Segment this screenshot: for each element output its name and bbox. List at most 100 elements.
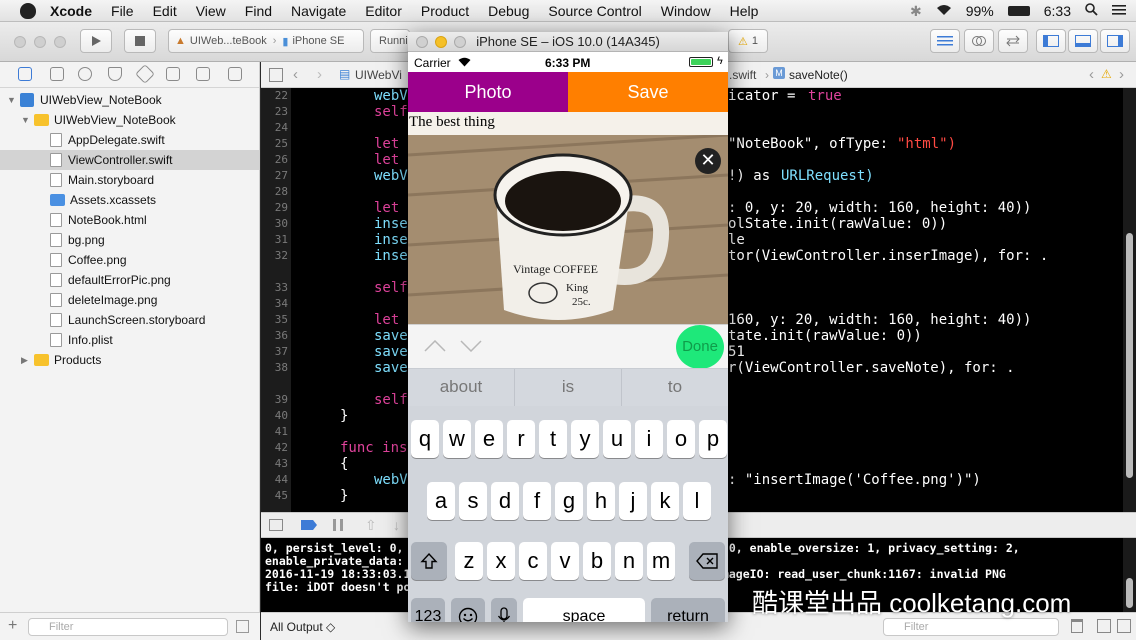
window-close-button[interactable] [14,36,26,48]
key-x[interactable]: x [487,542,515,580]
chevron-down-icon[interactable] [460,339,482,357]
breakpoint-tab-icon[interactable] [196,67,210,81]
key-e[interactable]: e [475,420,503,458]
console-scroll-thumb[interactable] [1126,578,1133,608]
window-minimize-button[interactable] [34,36,46,48]
key-n[interactable]: n [615,542,643,580]
tree-item-file[interactable]: Assets.xcassets [0,190,259,210]
key-w[interactable]: w [443,420,471,458]
key-p[interactable]: p [699,420,727,458]
trash-icon[interactable] [1071,619,1083,633]
stop-button[interactable] [124,29,156,53]
menu-clock[interactable]: 6:33 [1044,3,1071,19]
tree-item-file[interactable]: LaunchScreen.storyboard [0,310,259,330]
key-u[interactable]: u [603,420,631,458]
navigator-filter-input[interactable]: Filter [28,618,228,636]
list-icon[interactable] [1112,3,1126,19]
tree-item-file[interactable]: Info.plist [0,330,259,350]
chevron-up-icon[interactable] [424,339,446,357]
key-f[interactable]: f [523,482,551,520]
save-button[interactable]: Save [568,72,728,112]
tree-item-file[interactable]: deleteImage.png [0,290,259,310]
key-q[interactable]: q [411,420,439,458]
menu-source-control[interactable]: Source Control [548,3,641,19]
simulator-minimize-button[interactable] [435,36,447,48]
folder-tab-icon[interactable] [18,67,32,81]
scheme-selector[interactable]: ▲ UIWeb...teBook › ▮ iPhone SE [168,29,364,53]
bluetooth-icon[interactable]: ✱ [910,3,922,20]
search-tab-icon[interactable] [78,67,92,81]
note-text[interactable]: The best thing [409,114,495,131]
spotlight-icon[interactable] [1085,3,1098,19]
web-view[interactable]: The best thing Vintage COFFEE King 25c. … [408,112,728,324]
menu-window[interactable]: Window [661,3,711,19]
photo-button[interactable]: Photo [408,72,568,112]
simulator-close-button[interactable] [416,36,428,48]
key-k[interactable]: k [651,482,679,520]
test-tab-icon[interactable] [135,64,155,84]
pause-icon[interactable] [333,519,343,531]
hide-debug-icon[interactable] [269,519,283,531]
tree-item-file[interactable]: defaultErrorPic.png [0,270,259,290]
suggestion-item[interactable]: to [621,369,728,406]
key-h[interactable]: h [587,482,615,520]
tree-item-products[interactable]: ▶ Products [0,350,259,370]
tree-item-file[interactable]: bg.png [0,230,259,250]
key-i[interactable]: i [635,420,663,458]
filter-options-icon[interactable] [236,620,249,633]
return-key[interactable]: return [651,598,725,622]
source-control-tab-icon[interactable] [50,67,64,81]
key-g[interactable]: g [555,482,583,520]
key-b[interactable]: b [583,542,611,580]
version-editor-button[interactable] [998,29,1028,53]
editor-scroll-thumb[interactable] [1126,233,1133,478]
jump-path-file[interactable]: .swift [729,68,756,82]
menu-find[interactable]: Find [245,3,272,19]
tree-item-project[interactable]: ▼ UIWebView_NoteBook [0,90,259,110]
key-l[interactable]: l [683,482,711,520]
back-arrow-icon[interactable]: ‹ [293,66,298,83]
menu-editor[interactable]: Editor [365,3,402,19]
key-s[interactable]: s [459,482,487,520]
add-icon[interactable]: + [8,617,17,635]
menu-help[interactable]: Help [730,3,759,19]
step-in-icon[interactable]: ↓ [393,517,400,533]
space-key[interactable]: space [523,598,645,622]
emoji-key[interactable] [451,598,485,622]
breakpoints-toggle-icon[interactable] [301,520,317,530]
disclosure-open-icon[interactable]: ▼ [21,115,30,125]
output-selector[interactable]: All Output ◇ [270,620,335,634]
menu-app-name[interactable]: Xcode [50,3,92,19]
menu-edit[interactable]: Edit [153,3,177,19]
single-console-icon[interactable] [1117,619,1131,633]
shift-key[interactable] [411,542,447,580]
key-j[interactable]: j [619,482,647,520]
menu-product[interactable]: Product [421,3,469,19]
editor-scrollbar[interactable] [1123,88,1136,512]
menu-debug[interactable]: Debug [488,3,529,19]
tree-item-file-selected[interactable]: ViewController.swift [0,150,259,170]
menu-navigate[interactable]: Navigate [291,3,346,19]
delete-image-button[interactable]: ✕ [695,148,721,174]
menu-view[interactable]: View [196,3,226,19]
dictation-key[interactable] [491,598,517,622]
issue-tab-icon[interactable] [108,67,122,81]
step-over-icon[interactable]: ⇧ [365,517,377,534]
coffee-photo[interactable]: Vintage COFFEE King 25c. ✕ [408,135,728,324]
tree-item-file[interactable]: Main.storyboard [0,170,259,190]
key-t[interactable]: t [539,420,567,458]
jump-path-method[interactable]: saveNote() [789,68,848,82]
next-issue-icon[interactable]: › [1119,66,1124,83]
simulator-zoom-button[interactable] [454,36,466,48]
debug-tab-icon[interactable] [166,67,180,81]
tree-item-file[interactable]: AppDelegate.swift [0,130,259,150]
apple-icon[interactable] [20,2,36,19]
key-y[interactable]: y [571,420,599,458]
battery-icon[interactable] [1007,6,1030,16]
prev-issue-icon[interactable]: ‹ [1089,66,1094,83]
key-z[interactable]: z [455,542,483,580]
console-filter-input[interactable]: Filter [883,618,1059,636]
related-items-icon[interactable] [269,68,283,82]
disclosure-closed-icon[interactable]: ▶ [21,355,28,366]
forward-arrow-icon[interactable]: › [317,66,322,83]
